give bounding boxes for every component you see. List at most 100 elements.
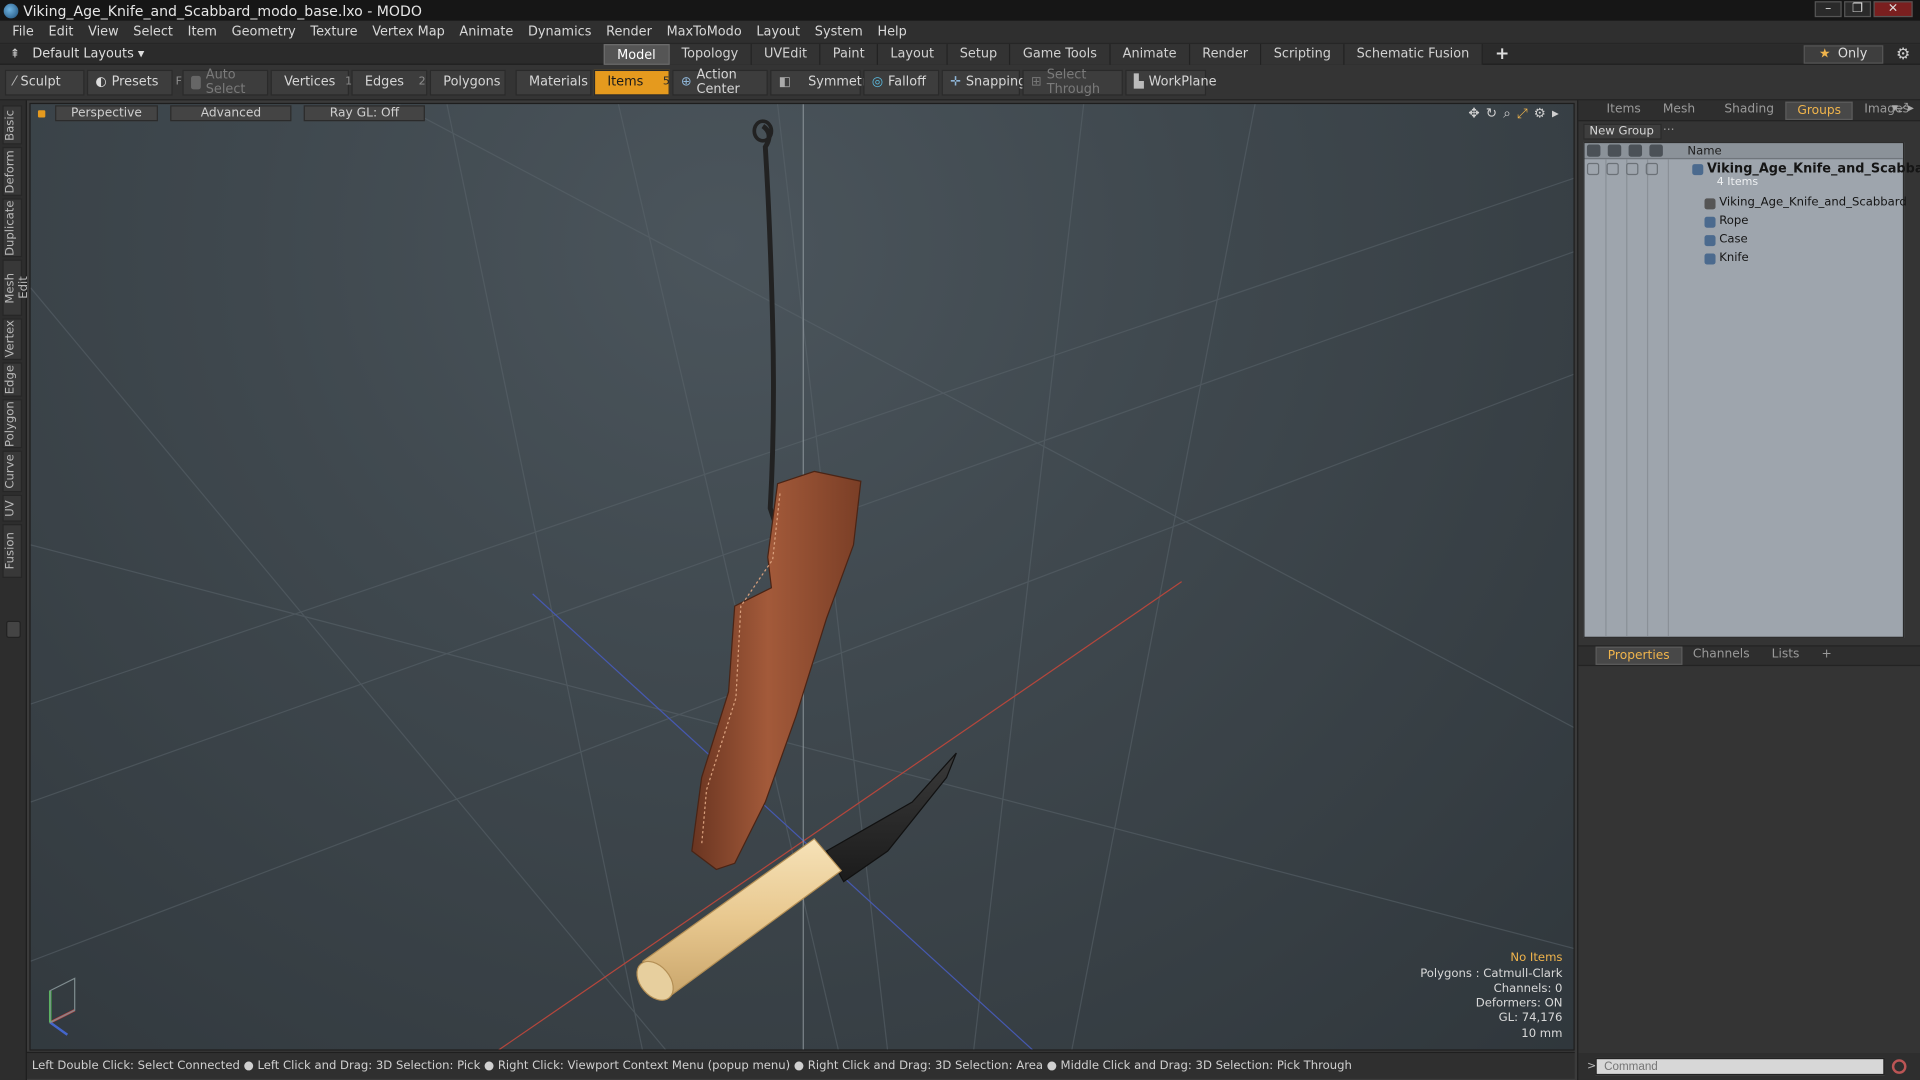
- layouts-dropdown[interactable]: ⇞ Default Layouts ▾: [10, 47, 145, 62]
- tab-groups[interactable]: Groups: [1785, 101, 1854, 120]
- group-row[interactable]: Viking_Age_Knife_and_Scabbar... 4 Items: [1585, 160, 1920, 192]
- list-item-mesh[interactable]: Viking_Age_Knife_and_Scabbard: [1585, 195, 1907, 213]
- menu-layout[interactable]: Layout: [749, 24, 807, 39]
- eye-icon[interactable]: [1586, 162, 1600, 176]
- menu-animate[interactable]: Animate: [452, 24, 521, 39]
- tab-fusion[interactable]: Fusion: [2, 524, 23, 578]
- menu-system[interactable]: System: [807, 24, 870, 39]
- tab-schematic-fusion[interactable]: Schematic Fusion: [1344, 44, 1483, 65]
- scene-canvas[interactable]: [30, 104, 1575, 1051]
- select-toggle-icon[interactable]: [1645, 162, 1658, 176]
- falloff-button[interactable]: ◎ Falloff: [863, 69, 940, 95]
- maximize-icon[interactable]: ⤢: [1517, 105, 1528, 122]
- snapping-button[interactable]: ✛ Snapping: [941, 69, 1026, 95]
- menu-render[interactable]: Render: [599, 24, 659, 39]
- tab-duplicate[interactable]: Duplicate: [2, 198, 23, 258]
- select-col-icon[interactable]: [1649, 144, 1663, 157]
- tab-scripting[interactable]: Scripting: [1261, 44, 1345, 65]
- menu-help[interactable]: Help: [870, 24, 914, 39]
- workplane-button[interactable]: ▙ WorkPlane: [1125, 69, 1217, 95]
- tab-basic[interactable]: Basic: [2, 105, 23, 145]
- raygl-button[interactable]: Ray GL: Off: [304, 105, 425, 122]
- symmetry-button[interactable]: ◧ Symmetry: [770, 69, 875, 95]
- tab-render[interactable]: Render: [1190, 44, 1262, 65]
- tab-uv[interactable]: UV: [2, 494, 23, 522]
- action-center-button[interactable]: ⊕ Action Center: [672, 67, 768, 97]
- tab-shading[interactable]: Shading: [1713, 101, 1785, 119]
- list-item-case[interactable]: Case: [1585, 231, 1903, 249]
- add-tab-button[interactable]: +: [1483, 44, 1522, 65]
- viewport-menu-dot[interactable]: [37, 109, 46, 117]
- menu-select[interactable]: Select: [126, 24, 180, 39]
- polygons-button[interactable]: Polygons: [429, 69, 506, 95]
- tab-game-tools[interactable]: Game Tools: [1010, 44, 1111, 65]
- menu-view[interactable]: View: [81, 24, 126, 39]
- tab-model[interactable]: Model: [603, 44, 670, 65]
- gear-icon[interactable]: ⚙: [1896, 45, 1910, 63]
- tab-layout[interactable]: Layout: [878, 44, 948, 65]
- presets-button[interactable]: ◐PresetsF6: [86, 69, 189, 95]
- zoom-icon[interactable]: ⌕: [1503, 105, 1511, 122]
- tab-vertex[interactable]: Vertex: [2, 318, 23, 361]
- collapse-toggle[interactable]: [6, 620, 21, 638]
- tab-edge[interactable]: Edge: [2, 362, 23, 397]
- render-col-icon[interactable]: [1607, 144, 1622, 157]
- new-group-button[interactable]: New Group: [1583, 123, 1662, 140]
- only-button[interactable]: ★ Only: [1803, 45, 1884, 64]
- tab-mesh[interactable]: Mesh ...: [1652, 101, 1713, 133]
- presets-icon: ◐: [95, 74, 107, 90]
- viewport-settings-icon[interactable]: ⚙: [1534, 105, 1546, 122]
- panel-options-icon[interactable]: ▾⤢▸: [1892, 102, 1914, 115]
- visibility-col-icon[interactable]: [1586, 144, 1601, 157]
- rotate-icon[interactable]: ↻: [1486, 105, 1497, 122]
- vertices-button[interactable]: Vertices 1: [270, 69, 352, 95]
- render-toggle-icon[interactable]: [1606, 162, 1619, 176]
- lock-toggle-icon[interactable]: [1626, 162, 1639, 176]
- record-icon[interactable]: [1891, 1059, 1907, 1074]
- items-button[interactable]: Items 5: [593, 69, 670, 95]
- add-props-tab-button[interactable]: +: [1810, 647, 1842, 665]
- auto-select-button[interactable]: Auto Select: [182, 67, 269, 97]
- menu-vertex-map[interactable]: Vertex Map: [365, 24, 452, 39]
- tab-mesh-edit[interactable]: Mesh Edit: [2, 259, 31, 316]
- tab-lists[interactable]: Lists: [1761, 647, 1811, 665]
- list-item-rope[interactable]: Rope: [1585, 213, 1903, 231]
- expand-arrow-icon[interactable]: ▸: [1552, 105, 1559, 122]
- view-type-button[interactable]: Perspective: [55, 105, 158, 122]
- properties-tabs: Properties Channels Lists +: [1578, 645, 1920, 667]
- menu-file[interactable]: File: [5, 24, 41, 39]
- shading-mode-button[interactable]: Advanced: [170, 105, 292, 122]
- pan-icon[interactable]: ✥: [1468, 105, 1479, 122]
- tab-items[interactable]: Items: [1596, 101, 1652, 119]
- menu-item[interactable]: Item: [180, 24, 224, 39]
- sculpt-button[interactable]: ⁄ Sculpt: [4, 69, 85, 95]
- tab-animate[interactable]: Animate: [1110, 44, 1191, 65]
- workplane-label: WorkPlane: [1148, 74, 1217, 90]
- 3d-viewport[interactable]: Perspective Advanced Ray GL: Off ✥ ↻ ⌕ ⤢…: [29, 102, 1575, 1051]
- close-button[interactable]: ✕: [1873, 1, 1913, 18]
- menu-geometry[interactable]: Geometry: [224, 24, 303, 39]
- menu-dynamics[interactable]: Dynamics: [521, 24, 599, 39]
- tab-topology[interactable]: Topology: [669, 44, 752, 65]
- tab-setup[interactable]: Setup: [947, 44, 1011, 65]
- command-input[interactable]: [1595, 1057, 1885, 1076]
- menu-edit[interactable]: Edit: [41, 24, 81, 39]
- menu-maxtomodo[interactable]: MaxToModo: [659, 24, 749, 39]
- tab-paint[interactable]: Paint: [820, 44, 879, 65]
- list-item-knife[interactable]: Knife: [1585, 250, 1903, 268]
- name-column-header[interactable]: Name: [1687, 144, 1721, 157]
- materials-button[interactable]: Materials: [515, 69, 592, 95]
- tab-channels[interactable]: Channels: [1682, 647, 1761, 665]
- maximize-button[interactable]: ❐: [1844, 1, 1872, 18]
- tab-polygon[interactable]: Polygon: [2, 399, 23, 449]
- tab-uvedit[interactable]: UVEdit: [751, 44, 821, 65]
- edges-button[interactable]: Edges 2: [351, 69, 428, 95]
- minimize-button[interactable]: –: [1814, 1, 1842, 18]
- lock-col-icon[interactable]: [1628, 144, 1643, 157]
- select-through-button[interactable]: ⊞ Select Through: [1022, 67, 1123, 97]
- tab-properties[interactable]: Properties: [1595, 646, 1682, 665]
- tab-deform[interactable]: Deform: [2, 146, 23, 196]
- command-history-icon[interactable]: >: [1587, 1060, 1596, 1072]
- menu-texture[interactable]: Texture: [303, 24, 365, 39]
- tab-curve[interactable]: Curve: [2, 450, 23, 493]
